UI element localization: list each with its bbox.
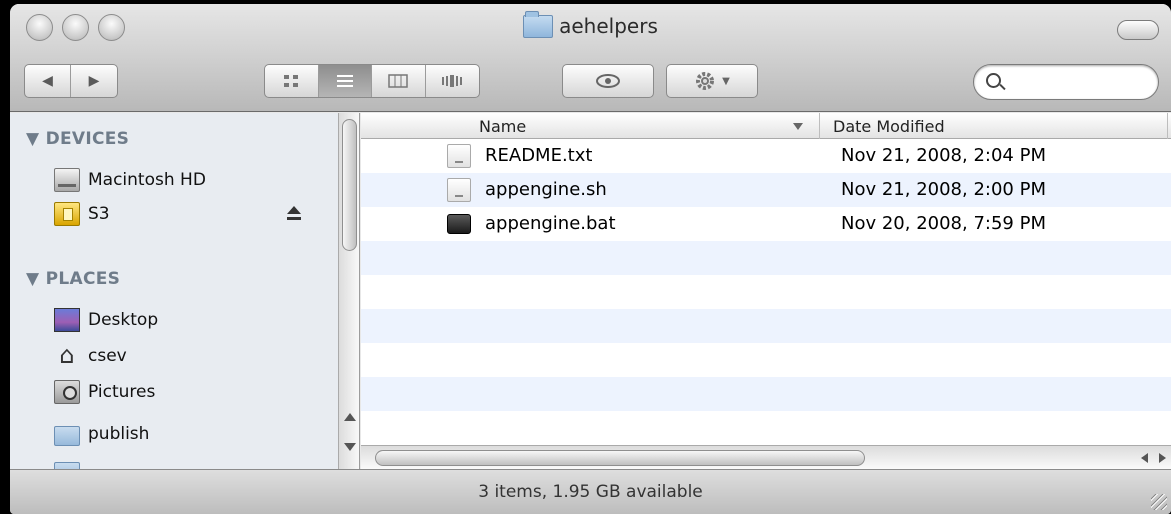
icon-view-button[interactable] [265,65,319,97]
eye-icon [596,74,620,88]
pictures-icon [54,380,80,404]
column-view-icon [388,74,408,88]
horizontal-scrollbar[interactable] [361,445,1171,469]
coverflow-view-icon [442,75,463,87]
finder-window: aehelpers ◀ ▶ ▼ ▼ DEVICES Macintosh HD S… [10,4,1171,514]
sidebar-item-macintosh-hd[interactable]: Macintosh HD [54,165,206,195]
column-view-button[interactable] [372,65,426,97]
hard-disk-icon [54,168,80,192]
forward-button[interactable]: ▶ [71,65,117,97]
status-text: 3 items, 1.95 GB available [478,482,703,502]
sidebar-item-partial[interactable] [54,455,80,469]
coverflow-view-button[interactable] [426,65,480,97]
column-header-date-modified[interactable]: Date Modified [833,117,945,136]
sidebar-item-label: S3 [88,204,110,224]
back-arrow-icon: ◀ [42,73,53,89]
empty-row-stripe [361,309,1171,343]
window-title-text: aehelpers [559,14,658,38]
column-divider[interactable] [819,113,820,139]
view-mode-control [264,64,480,98]
folder-icon [54,461,80,469]
window-title: aehelpers [10,10,1171,38]
search-icon [986,73,1001,88]
sidebar-scrollbar[interactable] [338,113,359,469]
search-field[interactable] [973,64,1159,100]
scroll-thumb[interactable] [375,450,865,466]
table-row[interactable]: README.txt Nov 21, 2008, 2:04 PM [361,139,1171,173]
sidebar-section-devices[interactable]: ▼ DEVICES [26,129,129,149]
scroll-up-arrow[interactable] [344,413,356,421]
toolbar-toggle-button[interactable] [1117,20,1159,40]
empty-row-stripe [361,377,1171,411]
status-bar: 3 items, 1.95 GB available [10,469,1171,514]
eject-icon[interactable] [286,206,302,222]
table-row[interactable]: appengine.sh Nov 21, 2008, 2:00 PM [361,173,1171,207]
scroll-left-arrow[interactable] [1141,453,1148,463]
gear-icon [696,72,715,90]
resize-grip-icon[interactable] [1151,494,1167,510]
empty-row-stripe [361,241,1171,275]
nav-buttons: ◀ ▶ [24,64,118,98]
empty-row-stripe [361,411,1171,445]
text-file-icon [447,144,471,168]
column-divider[interactable] [1167,113,1168,139]
file-list: Name Date Modified README.txt Nov 21, 20… [361,113,1171,469]
back-button[interactable]: ◀ [25,65,72,97]
file-name: appengine.bat [485,213,616,234]
sidebar-item-csev[interactable]: ⌂ csev [54,341,127,371]
sidebar-item-publish[interactable]: publish [54,419,149,449]
folder-icon [523,10,554,38]
chevron-down-icon: ▼ [722,75,730,87]
sidebar-item-label: Pictures [88,382,156,402]
sidebar-item-label: csev [88,346,127,366]
sort-arrow-icon [793,123,803,130]
list-header: Name Date Modified [361,113,1171,139]
empty-row-stripe [361,343,1171,377]
sidebar-item-s3[interactable]: S3 [54,199,110,229]
sidebar-item-label: Macintosh HD [88,170,206,190]
sidebar-item-pictures[interactable]: Pictures [54,377,155,407]
folder-icon [54,425,80,446]
sidebar-section-places[interactable]: ▼ PLACES [26,269,120,289]
file-date: Nov 21, 2008, 2:00 PM [841,179,1046,200]
text-file-icon [447,178,471,202]
black-file-icon [447,214,471,234]
table-row[interactable]: appengine.bat Nov 20, 2008, 7:59 PM [361,207,1171,241]
toolbar: aehelpers ◀ ▶ ▼ [10,4,1171,112]
sidebar-item-label: Desktop [88,310,159,330]
column-header-name[interactable]: Name [479,117,526,136]
sidebar-item-desktop[interactable]: Desktop [54,305,158,335]
file-date: Nov 21, 2008, 2:04 PM [841,145,1046,166]
action-menu-button[interactable]: ▼ [666,64,758,98]
home-icon: ⌂ [59,341,75,369]
disk-icon [54,202,80,226]
empty-row-stripe [361,275,1171,309]
quick-look-button[interactable] [562,64,654,98]
sidebar-item-label: publish [88,424,150,444]
list-view-icon [336,75,353,87]
file-date: Nov 20, 2008, 7:59 PM [841,213,1046,234]
sidebar: ▼ DEVICES Macintosh HD S3 ▼ PLACES Deskt… [10,113,360,469]
forward-arrow-icon: ▶ [88,73,100,89]
search-input[interactable] [1010,71,1150,93]
scroll-thumb[interactable] [342,119,357,251]
list-view-button[interactable] [318,65,372,97]
file-name: README.txt [485,145,593,166]
desktop-icon [54,308,80,332]
scroll-right-arrow[interactable] [1159,453,1166,463]
file-name: appengine.sh [485,179,607,200]
scroll-down-arrow[interactable] [344,443,356,451]
icon-view-icon [284,75,299,87]
